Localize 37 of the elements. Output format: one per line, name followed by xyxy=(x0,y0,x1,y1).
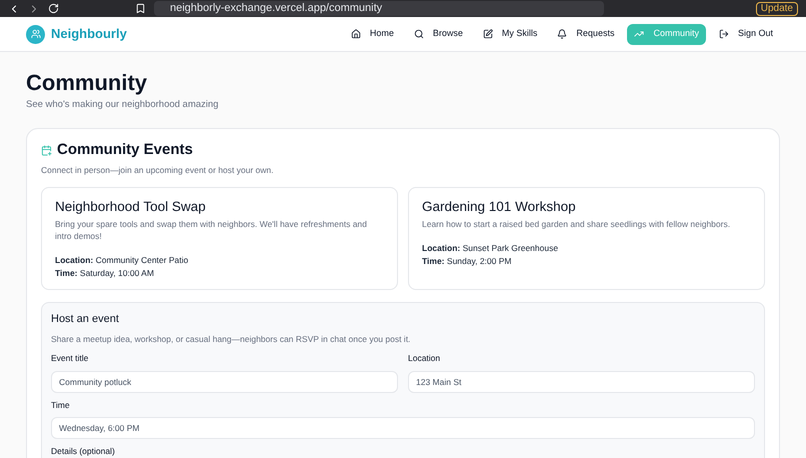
text-field[interactable]: Community potluck xyxy=(51,370,398,392)
event-title: Neighborhood Tool Swap xyxy=(55,198,207,216)
field-label: Time xyxy=(51,398,71,412)
event-description: Bring your spare tools and swap them with neighbors. We'll have refreshments and intro demos! xyxy=(55,218,368,242)
nav-link[interactable]: Home xyxy=(344,24,401,44)
section-title: Community Events xyxy=(57,140,193,160)
search-icon xyxy=(414,29,424,39)
reload-icon[interactable] xyxy=(48,3,59,14)
nav-link[interactable]: Requests xyxy=(550,24,622,44)
page-subtitle: See who's making our neighborhood amazing xyxy=(26,98,220,112)
form-title: Host an event xyxy=(51,312,120,326)
event-title: Gardening 101 Workshop xyxy=(422,198,577,216)
field-label: Details (optional) xyxy=(51,445,116,458)
update-button[interactable]: Update xyxy=(756,2,798,16)
section-subtitle: Connect in person—join an upcoming event or host your own. xyxy=(41,164,274,176)
text-field[interactable]: Wednesday, 6:00 PM xyxy=(51,417,755,440)
bookmark-icon[interactable] xyxy=(135,3,146,14)
event-time: Time: Saturday, 10:00 AM xyxy=(55,266,155,280)
home-icon xyxy=(350,29,361,39)
edit-icon xyxy=(482,29,493,39)
calendar-icon xyxy=(41,145,52,156)
address-bar[interactable]: neighborly-exchange.vercel.app/community xyxy=(154,1,604,16)
field-label: Location xyxy=(408,352,442,364)
trend-icon xyxy=(634,29,644,39)
nav-link[interactable]: My Skills xyxy=(476,24,544,44)
form-subtitle: Share a meetup idea, workshop, or casual hang—neighbors can RSVP in chat once you post it. xyxy=(51,333,412,346)
sign-out-icon xyxy=(718,29,729,39)
event-location: Location: Sunset Park Greenhouse xyxy=(422,242,560,254)
field-label: Event title xyxy=(51,352,90,364)
event-location: Location: Community Center Patio xyxy=(55,254,190,266)
event-description: Learn how to start a raised bed garden and share seedlings with fellow neighbors. xyxy=(422,218,732,230)
page-title: Community xyxy=(26,69,148,97)
event-time: Time: Sunday, 2:00 PM xyxy=(422,254,512,268)
bell-icon xyxy=(557,29,568,39)
nav-link[interactable]: Sign Out xyxy=(712,24,780,44)
nav-link[interactable]: Browse xyxy=(406,24,470,44)
text-field[interactable]: 123 Main St xyxy=(408,370,755,392)
